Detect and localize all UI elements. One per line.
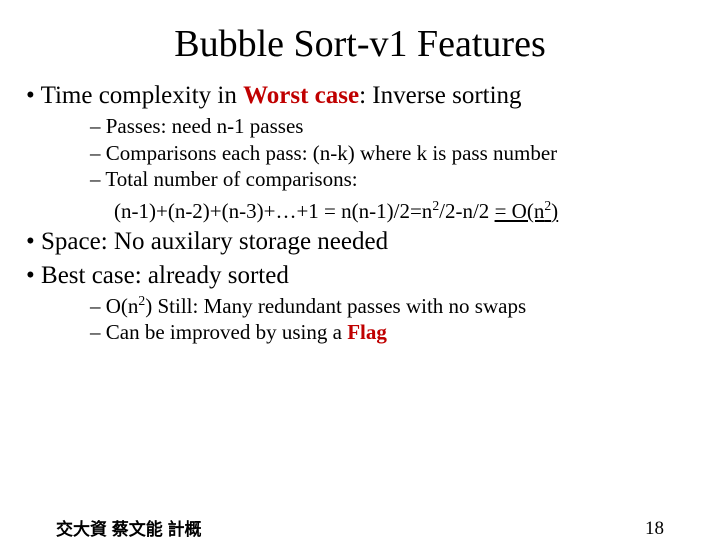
text: ) [551,199,558,223]
slide-body: Time complexity in Worst case: Inverse s… [0,80,720,345]
bullet-best-case: Best case: already sorted O(n2) Still: M… [26,260,694,346]
slide-title: Bubble Sort-v1 Features [0,22,720,66]
text: = O(n [495,199,545,223]
sub-comparisons: Comparisons each pass: (n-k) where k is … [90,140,694,166]
bullet-space: Space: No auxilary storage needed [26,226,694,257]
text: /2-n/2 [439,199,494,223]
worst-case-label: Worst case [243,82,359,109]
text: : Inverse sorting [359,82,521,109]
bullet-list: Time complexity in Worst case: Inverse s… [26,80,694,345]
text: (n-1)+(n-2)+(n-3)+…+1 = n(n-1)/2=n [114,199,432,223]
formula-line: (n-1)+(n-2)+(n-3)+…+1 = n(n-1)/2=n2/2-n/… [50,198,694,224]
sub-list: Passes: need n-1 passes Comparisons each… [50,113,694,192]
big-o-underline: = O(n2) [495,199,559,223]
text: O(n [106,294,139,318]
sub-best-on2: O(n2) Still: Many redundant passes with … [90,293,694,319]
sub-list: O(n2) Still: Many redundant passes with … [50,293,694,346]
bullet-time-complexity: Time complexity in Worst case: Inverse s… [26,80,694,224]
footer-author: 交大資 蔡文能 計概 [56,515,201,540]
flag-label: Flag [347,320,387,344]
sub-total: Total number of comparisons: [90,166,694,192]
page-number: 18 [645,518,664,540]
sub-flag: Can be improved by using a Flag [90,319,694,345]
text: Best case: already sorted [41,262,289,289]
text: Can be improved by using a [106,320,347,344]
slide: Bubble Sort-v1 Features Time complexity … [0,22,720,540]
text: ) Still: Many redundant passes with no s… [145,294,526,318]
text: Time complexity in [41,82,244,109]
sub-passes: Passes: need n-1 passes [90,113,694,139]
